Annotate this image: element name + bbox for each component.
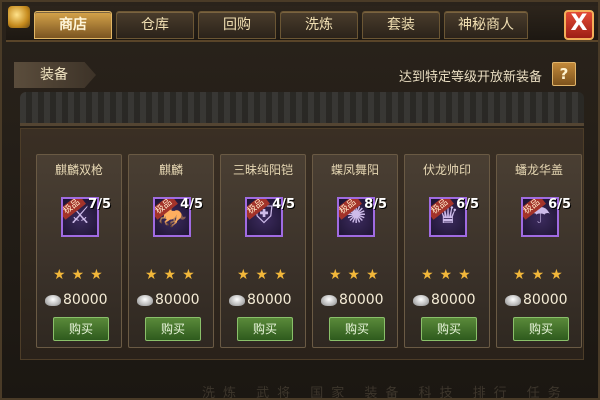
tab-buyback[interactable]: 回购 <box>198 11 276 39</box>
buy-button[interactable]: 购买 <box>513 317 569 341</box>
price-value: 80000 <box>523 292 568 308</box>
item-count: 4/5 <box>272 197 295 212</box>
buy-button[interactable]: 购买 <box>53 317 109 341</box>
price-value: 80000 <box>339 292 384 308</box>
tab-bar: 商店 仓库 回购 洗炼 套装 神秘商人 X <box>6 6 598 42</box>
gold-ingot-icon <box>8 6 30 28</box>
item-price: 80000 <box>413 291 487 311</box>
shop-window: 商店 仓库 回购 洗炼 套装 神秘商人 X 装备 达到特定等级开放新装备 ? 麒… <box>0 0 600 400</box>
item-price: 80000 <box>45 291 119 311</box>
item-name: 麒麟 <box>158 163 183 177</box>
price-value: 80000 <box>63 292 108 308</box>
price-value: 80000 <box>247 292 292 308</box>
tab-mystery-merchant[interactable]: 神秘商人 <box>444 11 528 39</box>
item-name: 麒麟双枪 <box>54 163 103 177</box>
silver-ingot-icon <box>229 295 245 306</box>
item-count: 6/5 <box>548 197 571 212</box>
item-price: 80000 <box>505 291 579 311</box>
star-rating: ★★★ <box>237 267 293 283</box>
item-card: 蝶凤舞阳 ✺ 极品 8/5 ★★★ 80000 购买 <box>312 154 398 348</box>
buy-button[interactable]: 购买 <box>329 317 385 341</box>
buy-button[interactable]: 购买 <box>421 317 477 341</box>
item-count: 6/5 <box>456 197 479 212</box>
star-rating: ★★★ <box>421 267 477 283</box>
price-value: 80000 <box>431 292 476 308</box>
item-card: 三昧纯阳铠 ⛨ 极品 4/5 ★★★ 80000 购买 <box>220 154 306 348</box>
tab-refine[interactable]: 洗炼 <box>280 11 358 39</box>
silver-ingot-icon <box>137 295 153 306</box>
item-name: 伏龙帅印 <box>422 163 471 177</box>
price-value: 80000 <box>155 292 200 308</box>
help-button[interactable]: ? <box>552 62 576 86</box>
section-banner: 装备 <box>14 62 96 88</box>
item-count: 8/5 <box>364 197 387 212</box>
item-name: 三昧纯阳铠 <box>232 163 293 177</box>
item-card: 伏龙帅印 ♛ 极品 6/5 ★★★ 80000 购买 <box>404 154 490 348</box>
silver-ingot-icon <box>505 295 521 306</box>
item-price: 80000 <box>321 291 395 311</box>
star-rating: ★★★ <box>329 267 385 283</box>
tab-warehouse[interactable]: 仓库 <box>116 11 194 39</box>
item-card: 麒麟双枪 ⚔ 极品 7/5 ★★★ 80000 购买 <box>36 154 122 348</box>
item-card: 蟠龙华盖 ☂ 极品 6/5 ★★★ 80000 购买 <box>496 154 582 348</box>
silver-ingot-icon <box>45 295 61 306</box>
silver-ingot-icon <box>321 295 337 306</box>
item-name: 蝶凤舞阳 <box>330 163 379 177</box>
star-rating: ★★★ <box>53 267 109 283</box>
silver-ingot-icon <box>413 295 429 306</box>
item-price: 80000 <box>229 291 303 311</box>
star-rating: ★★★ <box>145 267 201 283</box>
item-count: 4/5 <box>180 197 203 212</box>
buy-button[interactable]: 购买 <box>237 317 293 341</box>
buy-button[interactable]: 购买 <box>145 317 201 341</box>
item-name: 蟠龙华盖 <box>514 163 563 177</box>
tab-shop[interactable]: 商店 <box>34 11 112 39</box>
item-price: 80000 <box>137 291 211 311</box>
item-count: 7/5 <box>88 197 111 212</box>
close-button[interactable]: X <box>564 10 594 40</box>
tab-set[interactable]: 套装 <box>362 11 440 39</box>
roof-decoration <box>20 92 584 126</box>
item-card: 麒麟 🐎 极品 4/5 ★★★ 80000 购买 <box>128 154 214 348</box>
unlock-notice: 达到特定等级开放新装备 <box>398 70 542 85</box>
star-rating: ★★★ <box>513 267 569 283</box>
footer-nav-text: 洗炼 武将 国家 装备 科技 排行 任务 <box>202 386 569 400</box>
